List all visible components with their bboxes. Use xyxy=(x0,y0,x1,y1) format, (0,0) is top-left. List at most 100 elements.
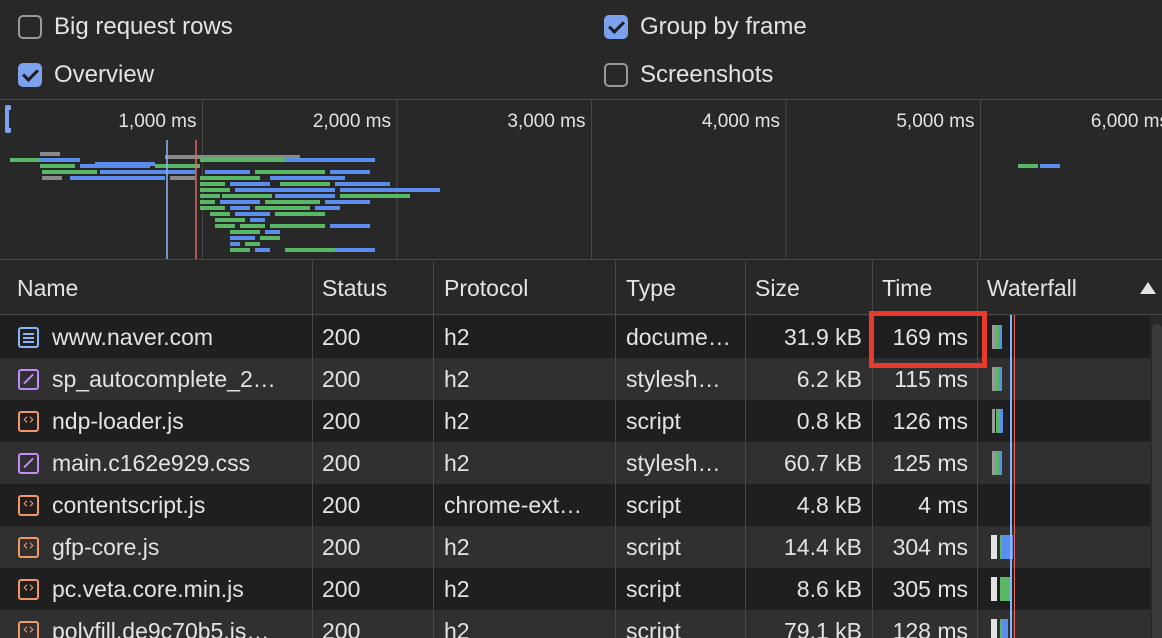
overview-request-bar xyxy=(255,170,325,174)
stylesheet-icon xyxy=(18,453,39,474)
overview-request-bar xyxy=(240,224,265,228)
overview-request-bar xyxy=(100,170,195,174)
waterfall-bar xyxy=(991,619,997,638)
status-cell: 200 xyxy=(322,408,361,434)
overview-request-bar xyxy=(270,224,325,228)
network-overview-timeline[interactable]: 1,000 ms 2,000 ms 3,000 ms 4,000 ms 5,000 ms… xyxy=(0,100,1162,260)
protocol-cell: h2 xyxy=(444,408,470,434)
column-header-status[interactable]: Status xyxy=(313,261,387,315)
stylesheet-icon xyxy=(18,369,39,390)
waterfall-bar xyxy=(999,367,1002,391)
waterfall-bar xyxy=(991,535,997,559)
overview-request-bar xyxy=(215,224,235,228)
overview-request-bar xyxy=(80,164,150,168)
overview-request-bar xyxy=(222,194,272,198)
type-cell: stylesh… xyxy=(626,450,721,476)
group-by-frame-label: Group by frame xyxy=(640,13,807,40)
request-name-cell[interactable]: polyfill.de9c70b5.js… xyxy=(52,610,300,638)
column-divider[interactable] xyxy=(977,261,978,315)
waterfall-cell xyxy=(978,484,1148,526)
overview-option[interactable]: Overview xyxy=(18,60,154,90)
overview-request-bar xyxy=(200,176,260,180)
table-scrollbar[interactable] xyxy=(1152,324,1162,638)
column-divider[interactable] xyxy=(615,261,616,315)
big-request-rows-option[interactable]: Big request rows xyxy=(18,12,233,42)
overview-request-bar xyxy=(340,194,410,198)
overview-checkbox[interactable] xyxy=(18,63,42,87)
size-cell: 0.8 kB xyxy=(796,408,862,434)
overview-request-bar xyxy=(200,182,225,186)
script-icon xyxy=(18,617,39,638)
column-divider[interactable] xyxy=(872,261,873,315)
overview-tick-label: 6,000 ms xyxy=(1091,111,1162,132)
script-icon xyxy=(18,491,39,516)
screenshots-checkbox[interactable] xyxy=(604,63,628,87)
protocol-cell: h2 xyxy=(444,534,470,560)
overview-request-bar xyxy=(165,155,205,159)
column-divider[interactable] xyxy=(433,261,434,315)
status-cell: 200 xyxy=(322,450,361,476)
column-divider xyxy=(312,315,313,638)
overview-request-bar xyxy=(260,236,280,240)
column-header-protocol[interactable]: Protocol xyxy=(435,261,528,315)
group-by-frame-checkbox[interactable] xyxy=(604,15,628,39)
overview-request-bar xyxy=(215,218,245,222)
table-header: Name Status Protocol Type Size Time Wate… xyxy=(0,261,1162,315)
request-name-cell[interactable]: pc.veta.core.min.js xyxy=(52,568,300,610)
column-divider[interactable] xyxy=(745,261,746,315)
type-cell: script xyxy=(626,534,681,560)
domcontentloaded-guide xyxy=(1010,315,1012,638)
time-cell: 304 ms xyxy=(892,534,968,560)
overview-request-bar xyxy=(170,176,195,180)
overview-tick-label: 3,000 ms xyxy=(507,111,585,132)
status-cell: 200 xyxy=(322,366,361,392)
overview-request-bar xyxy=(40,158,80,162)
column-header-name[interactable]: Name xyxy=(8,261,78,315)
overview-request-bar xyxy=(70,176,165,180)
request-name-cell[interactable]: gfp-core.js xyxy=(52,526,300,568)
overview-request-bar xyxy=(235,212,270,216)
overview-request-bar xyxy=(220,200,260,204)
column-header-type[interactable]: Type xyxy=(617,261,676,315)
type-cell: script xyxy=(626,576,681,602)
overview-request-bar xyxy=(245,242,260,246)
time-cell: 115 ms xyxy=(894,366,968,392)
screenshots-label: Screenshots xyxy=(640,61,774,88)
waterfall-cell xyxy=(978,400,1148,442)
overview-request-bar xyxy=(155,164,200,168)
script-icon xyxy=(18,533,39,558)
overview-request-bar xyxy=(230,182,270,186)
overview-request-bar xyxy=(200,206,225,210)
overview-request-bar xyxy=(1018,164,1038,168)
request-name-cell[interactable]: ndp-loader.js xyxy=(52,400,300,442)
overview-request-bar xyxy=(230,242,240,246)
overview-request-bar xyxy=(275,194,335,198)
overview-request-bar xyxy=(285,248,335,252)
group-by-frame-option[interactable]: Group by frame xyxy=(604,12,807,42)
time-cell: 125 ms xyxy=(892,450,968,476)
request-name-cell[interactable]: sp_autocomplete_2… xyxy=(52,358,300,400)
status-cell: 200 xyxy=(322,618,361,638)
overview-request-bar xyxy=(285,158,375,162)
status-cell: 200 xyxy=(322,576,361,602)
column-header-size[interactable]: Size xyxy=(746,261,800,315)
column-divider xyxy=(745,315,746,638)
type-cell: docume… xyxy=(626,324,731,350)
overview-request-bar xyxy=(230,248,250,252)
screenshots-option[interactable]: Screenshots xyxy=(604,60,773,90)
column-header-time[interactable]: Time xyxy=(873,261,932,315)
request-name-cell[interactable]: contentscript.js xyxy=(52,484,300,526)
type-cell: script xyxy=(626,618,681,638)
status-cell: 200 xyxy=(322,534,361,560)
column-divider[interactable] xyxy=(312,261,313,315)
status-cell: 200 xyxy=(322,324,361,350)
protocol-cell: h2 xyxy=(444,324,470,350)
big-request-rows-checkbox[interactable] xyxy=(18,15,42,39)
overview-request-bar xyxy=(230,206,250,210)
waterfall-cell xyxy=(978,316,1148,358)
overview-request-bar xyxy=(200,188,230,192)
column-header-waterfall[interactable]: Waterfall xyxy=(978,261,1077,315)
request-name-cell[interactable]: main.c162e929.css xyxy=(52,442,300,484)
request-name-cell[interactable]: www.naver.com xyxy=(52,316,300,358)
sort-ascending-icon[interactable] xyxy=(1140,282,1156,294)
